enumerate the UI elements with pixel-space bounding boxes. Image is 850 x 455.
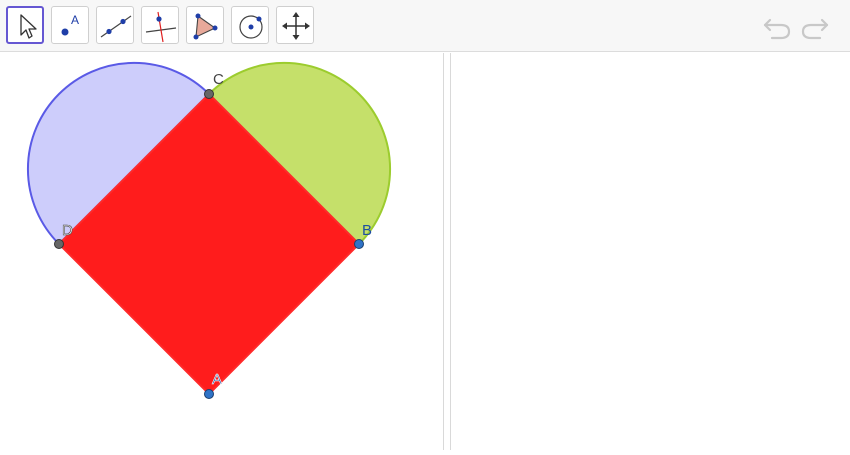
circle-tool-button[interactable]	[231, 6, 269, 44]
point-a-label: A	[212, 371, 222, 388]
point-c-label: C	[213, 71, 224, 88]
point-tool-button[interactable]: A	[51, 6, 89, 44]
redo-button[interactable]	[800, 12, 830, 42]
undo-icon	[763, 18, 791, 40]
point-d[interactable]	[54, 239, 64, 249]
polygon-icon	[193, 13, 218, 40]
point-icon: A	[61, 13, 79, 36]
view-splitter[interactable]	[443, 53, 451, 450]
move-arrow-icon	[20, 14, 37, 39]
point-c[interactable]	[204, 89, 214, 99]
point-tool-label: A	[71, 13, 79, 27]
toolbar: A	[0, 0, 850, 52]
line-through-two-points-icon	[100, 15, 132, 38]
algebra-view[interactable]	[451, 53, 850, 450]
point-d-label: D	[62, 222, 73, 239]
circle-with-center-icon	[239, 15, 263, 39]
graphics-view[interactable]: A B C D	[0, 53, 443, 450]
move-graphics-view-tool-button[interactable]	[276, 6, 314, 44]
perpendicular-line-tool-button[interactable]	[141, 6, 179, 44]
undo-button[interactable]	[762, 12, 792, 42]
point-b-label: B	[362, 222, 372, 239]
line-tool-button[interactable]	[96, 6, 134, 44]
redo-icon	[801, 18, 829, 40]
move-tool-button[interactable]	[6, 6, 44, 44]
polygon-tool-button[interactable]	[186, 6, 224, 44]
perpendicular-line-icon	[145, 11, 177, 43]
heart-construction: A B C D	[26, 61, 392, 399]
point-a[interactable]	[204, 389, 214, 399]
point-b[interactable]	[354, 239, 364, 249]
move-graphics-view-icon	[282, 12, 310, 40]
